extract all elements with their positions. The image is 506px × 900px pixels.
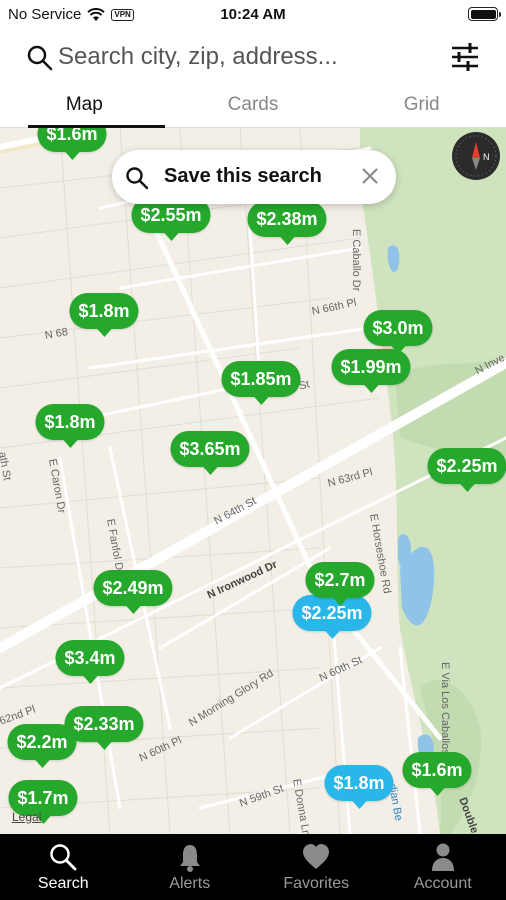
heart-icon: [303, 844, 330, 869]
price-pin[interactable]: $2.25m: [427, 448, 506, 492]
price-pin[interactable]: $2.33m: [64, 706, 144, 750]
tab-cards[interactable]: Cards: [169, 84, 338, 127]
nav-favorites[interactable]: Favorites: [253, 834, 380, 900]
price-pin[interactable]: $1.8m: [324, 765, 394, 809]
bell-icon: [179, 845, 200, 872]
person-icon: [431, 843, 454, 871]
bottom-nav: Search Alerts Favorites Account: [0, 834, 506, 900]
price-pin[interactable]: $3.4m: [55, 640, 125, 684]
price-pin[interactable]: $2.49m: [93, 570, 173, 614]
close-icon[interactable]: [360, 166, 380, 186]
nav-alerts[interactable]: Alerts: [127, 834, 254, 900]
tab-map[interactable]: Map: [0, 84, 169, 128]
price-pin[interactable]: $1.8m: [69, 293, 139, 337]
search-input[interactable]: [58, 42, 388, 72]
tab-grid[interactable]: Grid: [337, 84, 506, 127]
map-view[interactable]: N 66th Pl E Caballo Dr N 68 N 65th St E …: [0, 128, 506, 834]
status-bar: No Service VPN 10:24 AM: [0, 0, 506, 30]
search-bar: [0, 30, 506, 84]
view-tabs: Map Cards Grid: [0, 84, 506, 128]
battery-icon: [468, 7, 501, 21]
street-label: E Via Los Caballos: [439, 662, 451, 755]
save-search-label: Save this search: [164, 165, 322, 187]
street-label: E Caballo Dr: [350, 229, 362, 292]
legal-link[interactable]: Legal: [12, 810, 41, 824]
price-pin[interactable]: $2.2m: [7, 724, 77, 768]
search-icon: [50, 844, 77, 871]
price-pin[interactable]: $1.8m: [35, 404, 105, 448]
price-pin[interactable]: $1.99m: [331, 349, 411, 393]
compass-icon[interactable]: N: [452, 132, 500, 180]
status-time: 10:24 AM: [220, 6, 286, 23]
price-pin[interactable]: $3.0m: [363, 310, 433, 354]
search-icon: [27, 45, 53, 71]
price-pin[interactable]: $3.65m: [170, 431, 250, 475]
save-search-button[interactable]: Save this search: [112, 150, 396, 204]
price-pin[interactable]: $2.7m: [305, 562, 375, 606]
price-pin[interactable]: $1.6m: [402, 752, 472, 796]
price-pin[interactable]: $1.85m: [221, 361, 301, 405]
filter-icon[interactable]: [448, 40, 482, 74]
nav-label: Alerts: [169, 875, 211, 892]
nav-label: Account: [413, 875, 472, 892]
nav-label: Favorites: [283, 875, 350, 892]
price-pin[interactable]: $2.38m: [247, 201, 327, 245]
svg-text:N: N: [483, 152, 490, 162]
price-pin[interactable]: $1.6m: [37, 128, 107, 160]
search-icon: [126, 167, 149, 190]
nav-label: Search: [37, 875, 89, 892]
nav-search[interactable]: Search: [0, 834, 127, 900]
nav-account[interactable]: Account: [380, 834, 506, 900]
